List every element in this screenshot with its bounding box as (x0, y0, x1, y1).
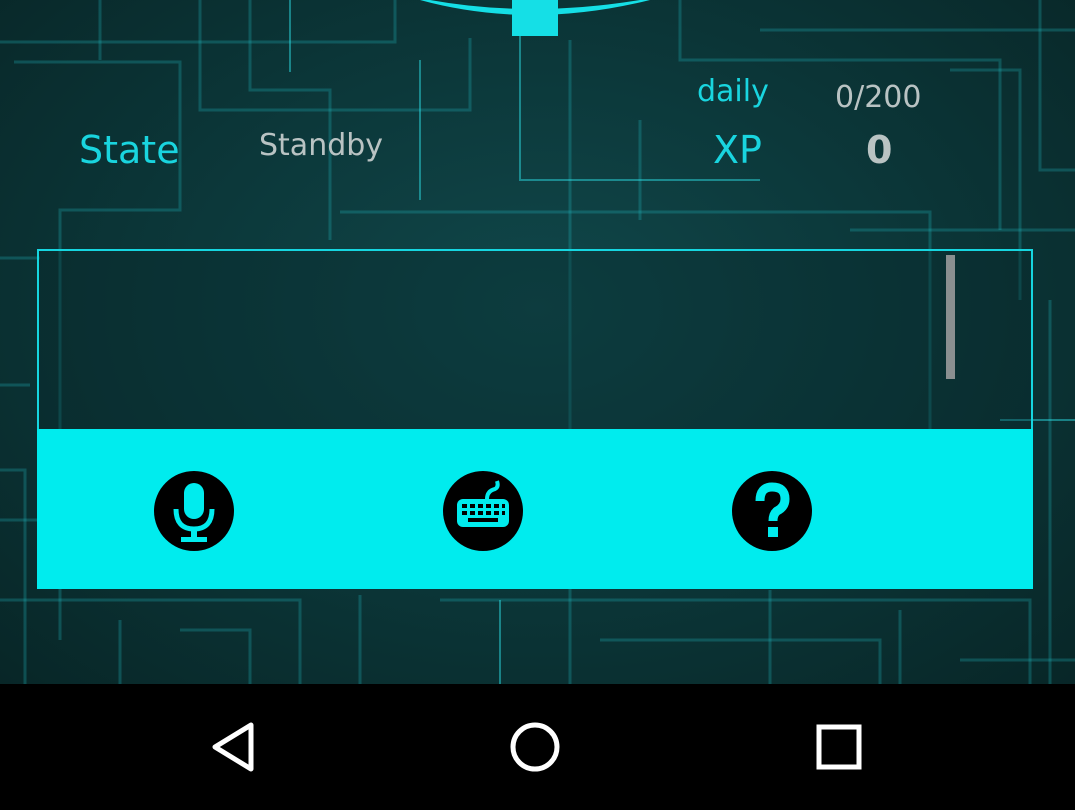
help-icon (732, 471, 812, 551)
emblem-graphic (420, 0, 650, 36)
back-triangle-icon (212, 722, 254, 772)
state-value: Standby (259, 128, 384, 163)
microphone-icon (154, 471, 234, 551)
nav-home-button[interactable] (505, 717, 565, 777)
state-label: State (79, 128, 180, 172)
xp-value: 0 (866, 128, 893, 172)
mic-button[interactable] (154, 471, 234, 551)
recents-square-icon (816, 724, 862, 770)
keyboard-button[interactable] (443, 471, 523, 551)
daily-label: daily (697, 74, 769, 109)
home-circle-icon (510, 722, 560, 772)
scrollbar-thumb[interactable] (946, 255, 955, 379)
nav-back-button[interactable] (205, 717, 265, 777)
output-text-area[interactable] (37, 249, 1033, 429)
keyboard-icon (443, 471, 523, 551)
xp-label: XP (713, 128, 762, 172)
app-screen: State Standby daily 0/200 XP 0 (0, 0, 1075, 684)
action-bar (37, 429, 1033, 589)
nav-recents-button[interactable] (809, 717, 869, 777)
system-navigation-bar (0, 684, 1075, 810)
daily-value: 0/200 (835, 80, 922, 115)
help-button[interactable] (732, 471, 812, 551)
